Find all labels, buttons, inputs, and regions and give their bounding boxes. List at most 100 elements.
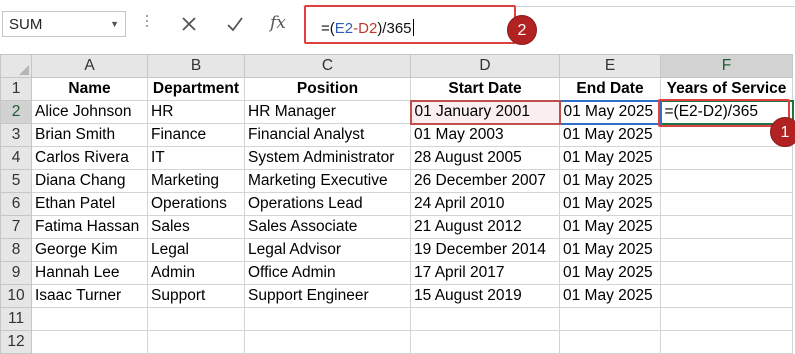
row-header[interactable]: 12: [0, 330, 32, 354]
cell[interactable]: [660, 261, 793, 285]
header-cell-years-of-service[interactable]: Years of Service: [660, 77, 793, 101]
select-all-corner[interactable]: [0, 54, 32, 78]
cell[interactable]: 01 May 2025: [559, 123, 661, 147]
formula-buttons: fx: [166, 8, 306, 41]
cell[interactable]: [410, 307, 560, 331]
cell[interactable]: Isaac Turner: [31, 284, 148, 308]
cell[interactable]: 26 December 2007: [410, 169, 560, 193]
cell[interactable]: HR Manager: [244, 100, 411, 124]
referenced-cell-d2[interactable]: 01 January 2001: [409, 99, 561, 125]
cell[interactable]: Legal Advisor: [244, 238, 411, 262]
cell[interactable]: Operations Lead: [244, 192, 411, 216]
cell[interactable]: [31, 307, 148, 331]
row-header[interactable]: 3: [0, 123, 32, 147]
cell[interactable]: 01 May 2025: [559, 215, 661, 239]
cell[interactable]: [147, 330, 245, 354]
callout-box-cell: [658, 99, 790, 127]
cell[interactable]: 01 May 2003: [410, 123, 560, 147]
cell[interactable]: 01 May 2025: [559, 192, 661, 216]
cell[interactable]: System Administrator: [244, 146, 411, 170]
cell[interactable]: George Kim: [31, 238, 148, 262]
column-header-b[interactable]: B: [147, 54, 245, 78]
row-header[interactable]: 11: [0, 307, 32, 331]
cell[interactable]: 17 April 2017: [410, 261, 560, 285]
cell[interactable]: Office Admin: [244, 261, 411, 285]
row-header[interactable]: 2: [0, 100, 32, 124]
row-header[interactable]: 9: [0, 261, 32, 285]
cell[interactable]: Sales Associate: [244, 215, 411, 239]
cell[interactable]: Diana Chang: [31, 169, 148, 193]
cell[interactable]: [660, 192, 793, 216]
cell[interactable]: 19 December 2014: [410, 238, 560, 262]
referenced-cell-e2[interactable]: 01 May 2025: [558, 99, 662, 125]
insert-function-button[interactable]: fx: [270, 13, 286, 33]
cell[interactable]: HR: [147, 100, 245, 124]
cell[interactable]: Finance: [147, 123, 245, 147]
cell[interactable]: [660, 307, 793, 331]
cell[interactable]: [660, 169, 793, 193]
callout-badge-1: 1: [770, 117, 795, 147]
header-cell-department[interactable]: Department: [147, 77, 245, 101]
cell[interactable]: Carlos Rivera: [31, 146, 148, 170]
header-cell-end-date[interactable]: End Date: [559, 77, 661, 101]
cell[interactable]: Admin: [147, 261, 245, 285]
cell[interactable]: 01 May 2025: [559, 261, 661, 285]
row-header[interactable]: 5: [0, 169, 32, 193]
callout-box-formula: [304, 5, 516, 44]
cell[interactable]: Support Engineer: [244, 284, 411, 308]
column-header-e[interactable]: E: [559, 54, 661, 78]
header-cell-name[interactable]: Name: [31, 77, 148, 101]
cell[interactable]: Marketing Executive: [244, 169, 411, 193]
cell[interactable]: Fatima Hassan: [31, 215, 148, 239]
row-header[interactable]: 7: [0, 215, 32, 239]
cell[interactable]: [559, 330, 661, 354]
cell[interactable]: Ethan Patel: [31, 192, 148, 216]
cell[interactable]: 01 May 2025: [559, 169, 661, 193]
cell[interactable]: [660, 284, 793, 308]
cell[interactable]: Brian Smith: [31, 123, 148, 147]
column-header-c[interactable]: C: [244, 54, 411, 78]
cell[interactable]: [559, 307, 661, 331]
cell[interactable]: [660, 146, 793, 170]
cell[interactable]: Alice Johnson: [31, 100, 148, 124]
cell[interactable]: [244, 330, 411, 354]
cell[interactable]: [410, 330, 560, 354]
cell[interactable]: [660, 330, 793, 354]
drag-handle-icon[interactable]: [146, 15, 149, 33]
row-header[interactable]: 6: [0, 192, 32, 216]
header-cell-position[interactable]: Position: [244, 77, 411, 101]
cell[interactable]: Operations: [147, 192, 245, 216]
cell[interactable]: Sales: [147, 215, 245, 239]
cell[interactable]: 28 August 2005: [410, 146, 560, 170]
cell[interactable]: 01 May 2025: [559, 238, 661, 262]
row-header[interactable]: 10: [0, 284, 32, 308]
cell[interactable]: [244, 307, 411, 331]
column-header-a[interactable]: A: [31, 54, 148, 78]
cell[interactable]: IT: [147, 146, 245, 170]
header-cell-start-date[interactable]: Start Date: [410, 77, 560, 101]
name-box[interactable]: SUM ▼: [2, 11, 126, 37]
row-header[interactable]: 4: [0, 146, 32, 170]
cell[interactable]: 21 August 2012: [410, 215, 560, 239]
cell[interactable]: 01 May 2025: [559, 284, 661, 308]
row-header[interactable]: 1: [0, 77, 32, 101]
column-header-d[interactable]: D: [410, 54, 560, 78]
cell[interactable]: Hannah Lee: [31, 261, 148, 285]
cell[interactable]: [660, 238, 793, 262]
column-header-f[interactable]: F: [660, 54, 793, 78]
cell[interactable]: 01 May 2025: [559, 146, 661, 170]
name-box-value: SUM: [9, 16, 43, 33]
row-header[interactable]: 8: [0, 238, 32, 262]
cell[interactable]: 15 August 2019: [410, 284, 560, 308]
cell[interactable]: Legal: [147, 238, 245, 262]
checkmark-icon[interactable]: [220, 10, 250, 38]
chevron-down-icon[interactable]: ▼: [110, 19, 119, 29]
close-icon[interactable]: [174, 10, 204, 38]
cell[interactable]: Financial Analyst: [244, 123, 411, 147]
cell[interactable]: Support: [147, 284, 245, 308]
cell[interactable]: 24 April 2010: [410, 192, 560, 216]
cell[interactable]: Marketing: [147, 169, 245, 193]
cell[interactable]: [660, 215, 793, 239]
cell[interactable]: [31, 330, 148, 354]
cell[interactable]: [147, 307, 245, 331]
